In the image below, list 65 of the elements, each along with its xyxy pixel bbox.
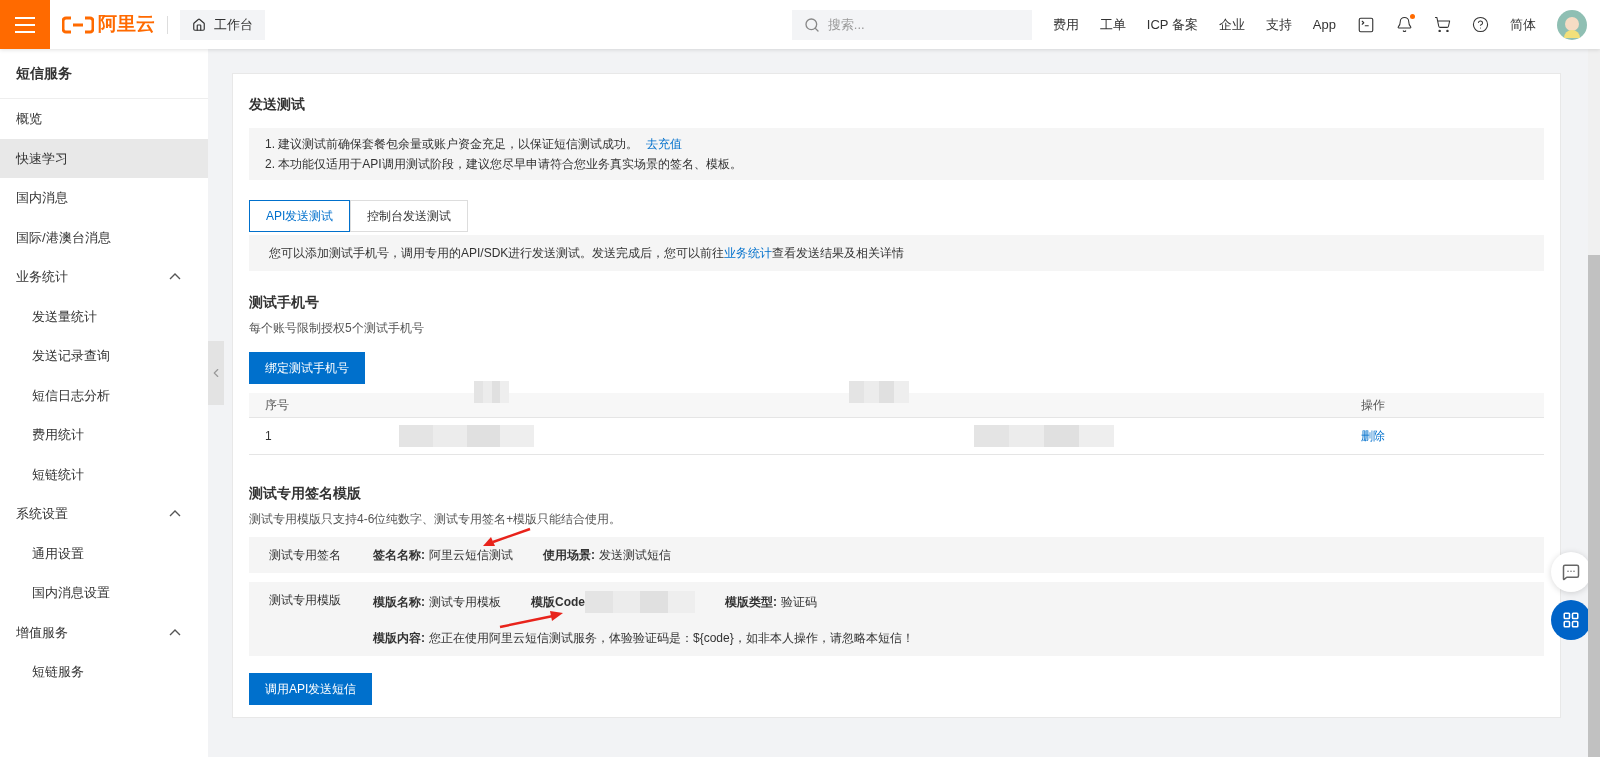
cart-icon[interactable] <box>1434 16 1451 33</box>
section-subtitle: 每个账号限制授权5个测试手机号 <box>249 320 425 337</box>
column-header: 序号 <box>264 397 289 414</box>
column-header: 操作 <box>1361 397 1386 414</box>
section-title: 发送测试 <box>249 95 306 114</box>
grid-icon <box>1562 611 1580 629</box>
sidebar-item[interactable]: 发送量统计 <box>0 296 208 336</box>
sidebar-item[interactable]: 国内消息 <box>0 178 208 218</box>
field-text: 模版名称: 测试专用模板 <box>373 594 501 611</box>
notice-text: 1. 建议测试前确保套餐包余量或账户资金充足，以保证短信测试成功。 去充值 <box>265 136 684 153</box>
table-cell-text: 1 <box>264 428 273 445</box>
nav-link[interactable]: 支持 <box>1265 14 1292 35</box>
sidebar-item[interactable]: 系统设置 <box>0 494 208 534</box>
sidebar-item[interactable]: 费用统计 <box>0 415 208 455</box>
nav-link[interactable]: ICP 备案 <box>1146 14 1198 35</box>
bell-icon[interactable] <box>1396 16 1413 33</box>
language-link[interactable]: 简体 <box>1510 14 1536 35</box>
collapse-handle[interactable] <box>208 341 224 405</box>
sidebar-title: 短信服务 <box>0 49 208 99</box>
nav-link[interactable]: App <box>1312 14 1336 35</box>
workbench-button[interactable]: 工作台 <box>180 9 265 40</box>
help-icon[interactable] <box>1472 16 1489 33</box>
tab[interactable]: API发送测试 <box>249 200 351 232</box>
field-text: 签名名称: 阿里云短信测试 <box>373 547 513 564</box>
nav-link[interactable]: 工单 <box>1099 14 1126 35</box>
sidebar-item[interactable]: 增值服务 <box>0 612 208 652</box>
row-label: 测试专用模版 <box>268 592 342 609</box>
logo-icon <box>62 15 94 34</box>
menu-button[interactable] <box>0 0 50 49</box>
sidebar-item[interactable]: 短链服务 <box>0 652 208 692</box>
recharge-link[interactable]: 去充值 <box>646 137 683 151</box>
field-label: 模版Code <box>531 594 585 611</box>
bind-phone-button[interactable]: 绑定测试手机号 <box>249 352 365 384</box>
nav-link[interactable]: 企业 <box>1218 14 1245 35</box>
sidebar-item[interactable]: 国际/港澳台消息 <box>0 217 208 257</box>
sidebar-item[interactable]: 概览 <box>0 99 208 139</box>
section-title: 测试手机号 <box>249 293 320 312</box>
statistics-link[interactable]: 业务统计 <box>724 246 773 260</box>
sidebar-item[interactable]: 发送记录查询 <box>0 336 208 376</box>
tab[interactable]: 控制台发送测试 <box>350 200 469 232</box>
sidebar-item[interactable]: 快速学习 <box>0 138 208 178</box>
chat-icon <box>1562 563 1580 581</box>
annotation-arrow <box>498 610 564 629</box>
sidebar-item[interactable]: 短链统计 <box>0 454 208 494</box>
field-text: 模版类型: 验证码 <box>725 594 817 611</box>
info-text: 您可以添加测试手机号，调用专用的API/SDK进行发送测试。发送完成后，您可以前往业务统计查看发送结果及相关详情 <box>249 235 1544 271</box>
field-text: 模版内容: 您正在使用阿里云短信测试服务，体验验证码是：${code}，如非本人操作，请忽略本短信！ <box>373 630 914 647</box>
search-field[interactable]: 搜索... <box>791 9 1032 40</box>
sidebar-item[interactable]: 国内消息设置 <box>0 573 208 613</box>
nav-link[interactable]: 费用 <box>1052 14 1079 35</box>
sidebar-item[interactable]: 业务统计 <box>0 257 208 297</box>
sidebar-item[interactable]: 短信日志分析 <box>0 375 208 415</box>
section-title: 测试专用签名模版 <box>249 484 362 503</box>
send-sms-button[interactable]: 调用API发送短信 <box>249 673 373 705</box>
scrollbar[interactable] <box>1588 49 1600 757</box>
row-label: 测试专用签名 <box>268 547 342 564</box>
notice-text: 2. 本功能仅适用于API调用测试阶段，建议您尽早申请符合您业务真实场景的签名、模板。 <box>265 156 743 173</box>
home-icon <box>192 17 206 32</box>
search-icon <box>803 16 820 33</box>
sidebar-item[interactable]: 通用设置 <box>0 533 208 573</box>
field-text: 使用场景: 发送测试短信 <box>543 547 671 564</box>
annotation-arrow <box>482 527 532 548</box>
delete-link[interactable]: 删除 <box>1361 427 1544 445</box>
terminal-icon[interactable] <box>1357 15 1375 34</box>
section-subtitle: 测试专用模版只支持4-6位纯数字、测试专用签名+模版只能结合使用。 <box>249 511 623 528</box>
